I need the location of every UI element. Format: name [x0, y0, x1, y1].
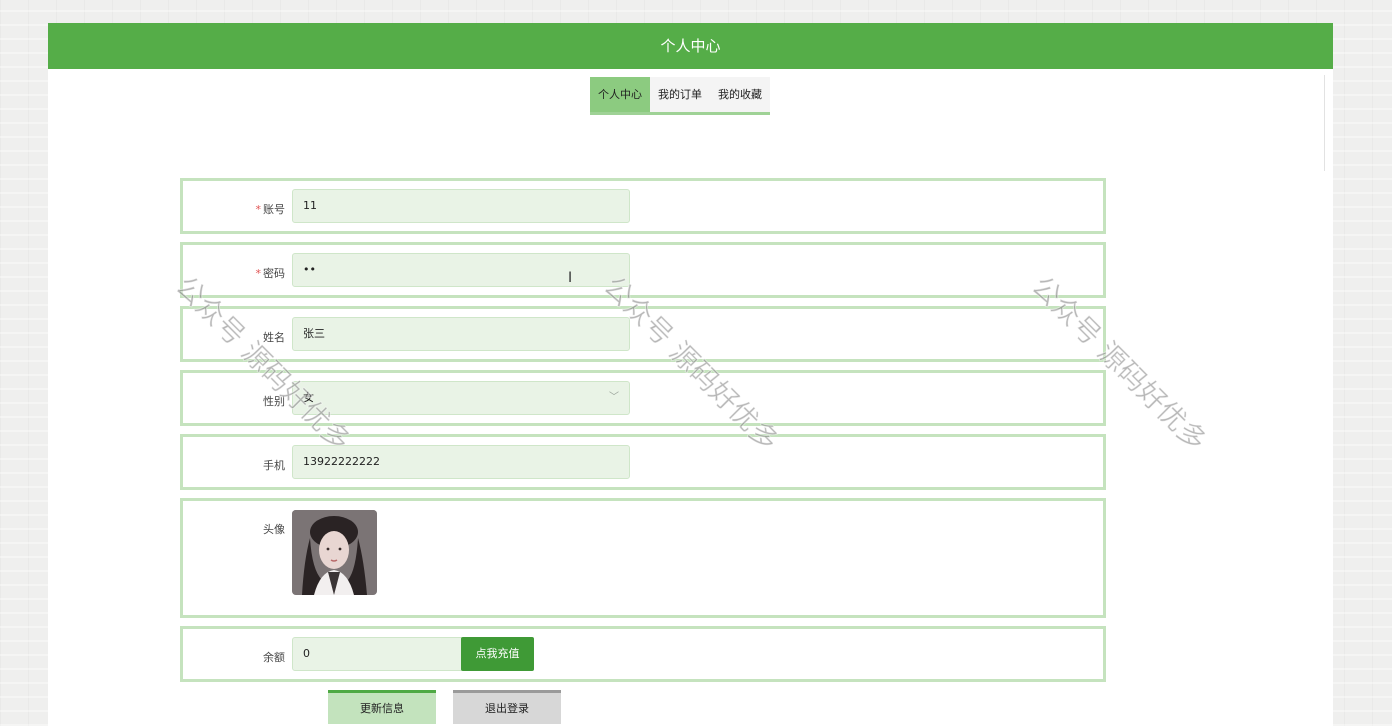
account-input[interactable]: 11 [292, 189, 630, 223]
recharge-button[interactable]: 点我充值 [461, 637, 534, 671]
page-header: 个人中心 [48, 23, 1333, 69]
form-row-balance: 余额 0 点我充值 [180, 626, 1106, 682]
gender-select[interactable]: 女 ﹀ [292, 381, 630, 415]
name-value: 张三 [303, 327, 325, 340]
account-value: 11 [303, 199, 317, 212]
balance-value: 0 [303, 647, 310, 660]
avatar-label: 头像 [263, 523, 285, 536]
update-info-button[interactable]: 更新信息 [328, 690, 436, 724]
account-label-text: 账号 [263, 203, 285, 216]
text-cursor-icon: I [568, 270, 573, 286]
name-label: 姓名 [263, 331, 285, 344]
form-row-avatar: 头像 [180, 498, 1106, 618]
phone-label: 手机 [263, 459, 285, 472]
phone-value: 13922222222 [303, 455, 380, 468]
avatar-image[interactable] [292, 510, 377, 595]
tab-profile[interactable]: 个人中心 [590, 77, 650, 112]
tab-favorites[interactable]: 我的收藏 [710, 77, 770, 112]
form-row-account: * 账号 11 [180, 178, 1106, 234]
tab-bar: 个人中心 我的订单 我的收藏 [590, 77, 770, 115]
form-row-password: * 密码 •• [180, 242, 1106, 298]
balance-input[interactable]: 0 [292, 637, 462, 671]
required-mark: * [255, 203, 262, 216]
phone-input[interactable]: 13922222222 [292, 445, 630, 479]
account-label: * 账号 [183, 201, 286, 217]
password-label-text: 密码 [263, 267, 285, 280]
gender-value: 女 [303, 391, 314, 404]
balance-label: 余额 [263, 651, 285, 664]
name-input[interactable]: 张三 [292, 317, 630, 351]
tab-orders[interactable]: 我的订单 [650, 77, 710, 112]
chevron-down-icon: ﹀ [609, 392, 619, 403]
password-value: •• [303, 263, 316, 276]
page-title: 个人中心 [660, 37, 721, 55]
form-row-name: 姓名 张三 [180, 306, 1106, 362]
password-input[interactable]: •• [292, 253, 630, 287]
form-row-phone: 手机 13922222222 [180, 434, 1106, 490]
logout-button[interactable]: 退出登录 [453, 690, 561, 724]
form-row-gender: 性别 女 ﹀ [180, 370, 1106, 426]
password-label: * 密码 [183, 265, 286, 281]
gender-label: 性别 [263, 395, 285, 408]
avatar-portrait-icon [292, 510, 377, 595]
scrollbar-track [1324, 75, 1325, 171]
required-mark: * [255, 267, 262, 280]
